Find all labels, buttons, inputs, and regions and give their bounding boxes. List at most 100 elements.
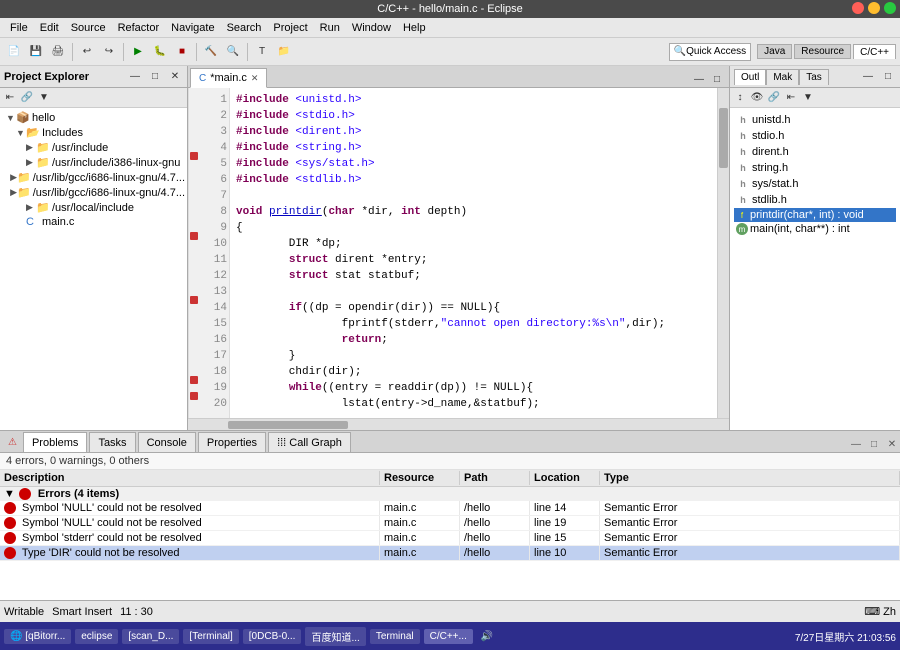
outline-maximize-button[interactable]: □ xyxy=(880,69,896,85)
redo-button[interactable]: ↪ xyxy=(99,42,119,62)
menu-help[interactable]: Help xyxy=(397,21,432,35)
taskbar-eclipse[interactable]: eclipse xyxy=(75,629,118,644)
error-row-2[interactable]: Symbol 'NULL' could not be resolved main… xyxy=(0,516,900,531)
editor-minimize-button[interactable]: — xyxy=(691,71,707,87)
tasks-tab[interactable]: Tas xyxy=(799,69,829,85)
build-button[interactable]: 🔨 xyxy=(201,42,221,62)
undo-button[interactable]: ↩ xyxy=(77,42,97,62)
close-panel-button[interactable]: ✕ xyxy=(167,69,183,85)
tree-item-i386[interactable]: ▶ 📁 /usr/include/i386-linux-gnu xyxy=(0,155,187,170)
search-button[interactable]: 🔍 xyxy=(223,42,243,62)
collapse-all-button[interactable]: ⇤ xyxy=(2,90,18,106)
editor-maximize-button[interactable]: □ xyxy=(709,71,725,87)
editor-hscroll-thumb[interactable] xyxy=(228,421,348,429)
menu-search[interactable]: Search xyxy=(221,21,268,35)
code-editor[interactable]: #include <unistd.h> #include <stdio.h> #… xyxy=(230,88,717,418)
maximize-panel-button[interactable]: □ xyxy=(147,69,163,85)
tab-problems[interactable]: Problems xyxy=(23,432,87,452)
close-control[interactable] xyxy=(852,2,864,14)
tab-properties[interactable]: Properties xyxy=(198,432,266,452)
minimize-panel-button[interactable]: — xyxy=(127,69,143,85)
taskbar-terminal-1[interactable]: [Terminal] xyxy=(183,629,238,644)
error-icon-2 xyxy=(4,517,16,529)
menu-file[interactable]: File xyxy=(4,21,34,35)
cpp-perspective-btn[interactable]: C/C++ xyxy=(853,44,896,59)
tree-item-gcc-2[interactable]: ▶ 📁 /usr/lib/gcc/i686-linux-gnu/4.7... xyxy=(0,185,187,200)
menu-run[interactable]: Run xyxy=(314,21,346,35)
problems-close-button[interactable]: ✕ xyxy=(884,436,900,452)
tree-item-usr-include[interactable]: ▶ 📁 /usr/include xyxy=(0,140,187,155)
open-type-button[interactable]: T xyxy=(252,42,272,62)
problems-maximize-button[interactable]: □ xyxy=(866,436,882,452)
editor-scrollbar-thumb[interactable] xyxy=(719,108,728,168)
menu-source[interactable]: Source xyxy=(65,21,112,35)
outline-hide-button[interactable]: 👁 xyxy=(749,90,765,106)
outline-item-stdio[interactable]: h stdio.h xyxy=(734,128,896,144)
taskbar-0dcb[interactable]: [0DCB-0... xyxy=(243,629,302,644)
view-menu-button[interactable]: ▼ xyxy=(36,90,52,106)
debug-button[interactable]: 🐛 xyxy=(150,42,170,62)
c-file-tab-icon: C xyxy=(199,73,206,84)
outline-title-bar: Outl Mak Tas — □ xyxy=(730,66,900,88)
outline-tab[interactable]: Outl xyxy=(734,69,766,85)
tree-item-mainc[interactable]: ▶ C main.c xyxy=(0,215,187,229)
tab-call-graph[interactable]: ⁞⁞⁞ Call Graph xyxy=(268,432,351,452)
tree-item-local-include[interactable]: ▶ 📁 /usr/local/include xyxy=(0,200,187,215)
menu-window[interactable]: Window xyxy=(346,21,397,35)
editor-scrollbar-vertical[interactable] xyxy=(717,88,729,418)
outline-item-dirent[interactable]: h dirent.h xyxy=(734,144,896,160)
error-row-1[interactable]: Symbol 'NULL' could not be resolved main… xyxy=(0,501,900,516)
error-location-3: line 15 xyxy=(530,531,600,545)
menu-project[interactable]: Project xyxy=(267,21,313,35)
makefile-tab[interactable]: Mak xyxy=(766,69,799,85)
tree-item-includes[interactable]: ▼ 📂 Includes xyxy=(0,125,187,140)
quick-access-bar[interactable]: 🔍 Quick Access xyxy=(669,43,751,61)
java-perspective-btn[interactable]: Java xyxy=(757,44,792,59)
taskbar-cpp[interactable]: C/C++... xyxy=(424,629,473,644)
error-row-4[interactable]: Type 'DIR' could not be resolved main.c … xyxy=(0,546,900,561)
taskbar-baidu[interactable]: 百度知道... xyxy=(305,627,365,646)
tab-tasks[interactable]: Tasks xyxy=(89,432,135,452)
tab-console[interactable]: Console xyxy=(138,432,196,452)
taskbar-qbitorr[interactable]: 🌐 [qBitorr... xyxy=(4,629,71,644)
maximize-control[interactable] xyxy=(884,2,896,14)
menu-refactor[interactable]: Refactor xyxy=(112,21,166,35)
tree-item-hello[interactable]: ▼ 📦 hello xyxy=(0,110,187,125)
run-button[interactable]: ▶ xyxy=(128,42,148,62)
editor-code-area[interactable]: 12345 678910 1112131415 1617181920 #incl… xyxy=(188,88,729,418)
outline-menu-button[interactable]: ▼ xyxy=(800,90,816,106)
outline-item-string[interactable]: h string.h xyxy=(734,160,896,176)
resource-perspective-btn[interactable]: Resource xyxy=(794,44,851,59)
minimize-control[interactable] xyxy=(868,2,880,14)
menu-edit[interactable]: Edit xyxy=(34,21,65,35)
outline-item-main[interactable]: m main(int, char**) : int xyxy=(734,222,896,236)
outline-collapse-button[interactable]: ⇤ xyxy=(783,90,799,106)
taskbar-scan[interactable]: [scan_D... xyxy=(122,629,179,644)
editor-scrollbar-horizontal[interactable] xyxy=(188,418,729,430)
outline-sort-button[interactable]: ↕ xyxy=(732,90,748,106)
perspective-buttons: Java Resource C/C++ xyxy=(757,44,896,59)
error-type-1: Semantic Error xyxy=(600,501,900,515)
outline-item-sysstat[interactable]: h sys/stat.h xyxy=(734,176,896,192)
problems-minimize-button[interactable]: — xyxy=(848,436,864,452)
stop-button[interactable]: ■ xyxy=(172,42,192,62)
outline-item-stdlib[interactable]: h stdlib.h xyxy=(734,192,896,208)
tab-close-button[interactable]: ✕ xyxy=(251,73,259,84)
menu-navigate[interactable]: Navigate xyxy=(165,21,220,35)
link-editor-button[interactable]: 🔗 xyxy=(19,90,35,106)
outline-minimize-button[interactable]: — xyxy=(860,69,876,85)
save-button[interactable]: 💾 xyxy=(26,42,46,62)
outline-sync-button[interactable]: 🔗 xyxy=(766,90,782,106)
tree-item-gcc-1[interactable]: ▶ 📁 /usr/lib/gcc/i686-linux-gnu/4.7... xyxy=(0,170,187,185)
taskbar-terminal-2[interactable]: Terminal xyxy=(370,629,420,644)
errors-group-header[interactable]: ▼ Errors (4 items) xyxy=(0,487,900,501)
error-row-3[interactable]: Symbol 'stderr' could not be resolved ma… xyxy=(0,531,900,546)
open-resource-button[interactable]: 📁 xyxy=(274,42,294,62)
header-icon: h xyxy=(736,177,750,191)
editor-tab-mainc[interactable]: C *main.c ✕ xyxy=(190,68,267,88)
new-button[interactable]: 📄 xyxy=(4,42,24,62)
print-button[interactable]: 🖨 xyxy=(48,42,68,62)
folder-icon-2: 📁 xyxy=(36,156,50,169)
outline-item-printdir[interactable]: f printdir(char*, int) : void xyxy=(734,208,896,222)
outline-item-unistd[interactable]: h unistd.h xyxy=(734,112,896,128)
